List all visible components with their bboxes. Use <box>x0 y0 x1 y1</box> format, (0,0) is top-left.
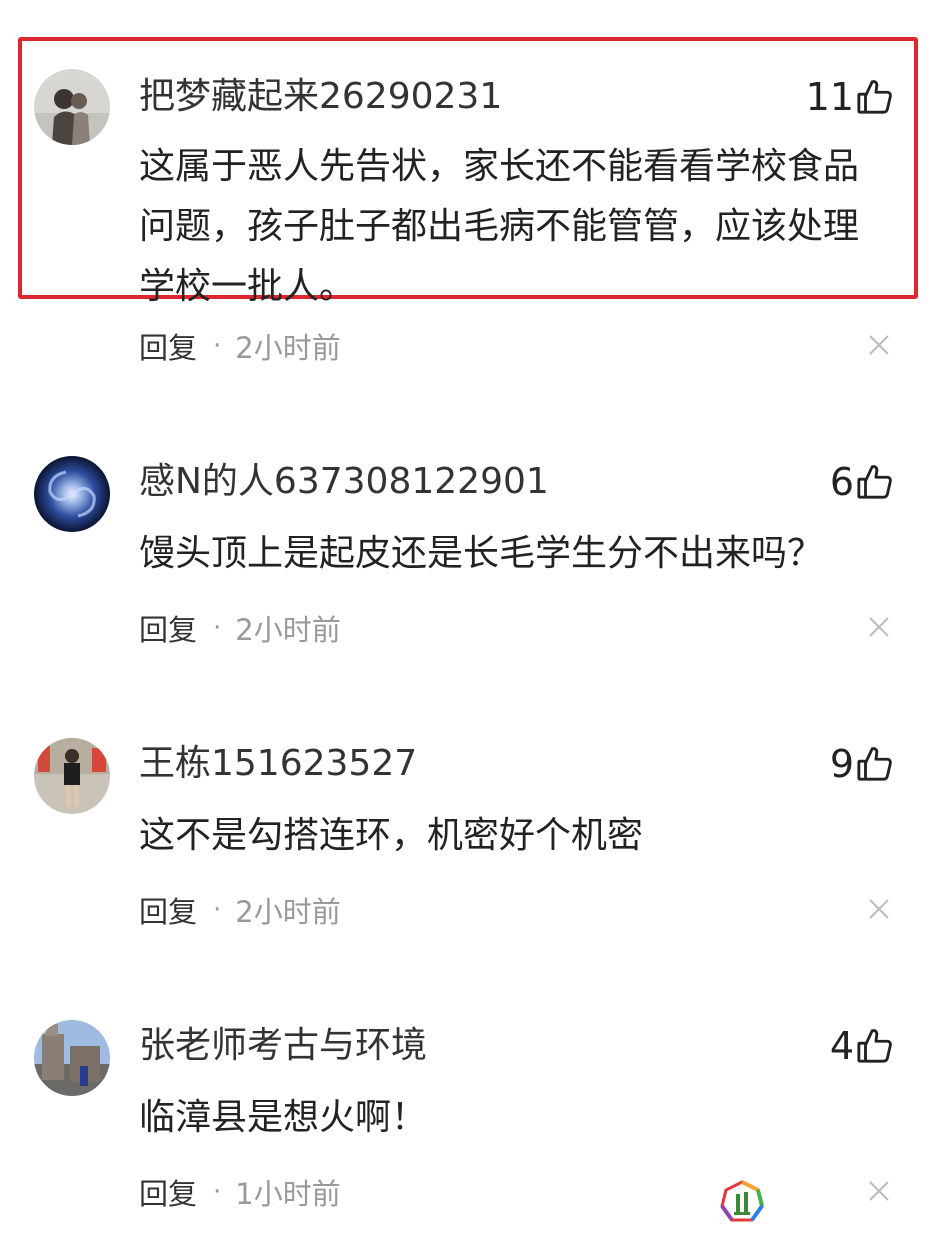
meta-separator: · <box>213 613 222 643</box>
thumbs-up-icon <box>856 78 894 116</box>
like-count: 9 <box>829 742 854 786</box>
comment-meta: 回复 · 2小时前 <box>139 890 341 930</box>
comment-time: 1小时前 <box>235 1177 341 1211</box>
reply-button[interactable]: 回复 <box>139 325 197 367</box>
avatar[interactable] <box>34 69 110 145</box>
close-icon[interactable] <box>868 616 890 638</box>
like-button[interactable]: 9 <box>830 742 894 786</box>
like-button[interactable]: 11 <box>806 75 894 119</box>
avatar[interactable] <box>34 1020 110 1096</box>
comment-username[interactable]: 王栋151623527 <box>139 742 417 786</box>
watermark <box>718 1176 918 1228</box>
reply-button[interactable]: 回复 <box>139 1171 197 1213</box>
meta-separator: · <box>213 331 222 361</box>
comment-meta: 回复 · 2小时前 <box>139 326 341 366</box>
like-count: 4 <box>829 1024 854 1068</box>
reply-button[interactable]: 回复 <box>139 607 197 649</box>
like-count: 6 <box>829 460 854 504</box>
comment-text: 这属于恶人先告状，家长还不能看看学校食品问题，孩子肚子都出毛病不能管管，应该处理… <box>139 146 860 307</box>
comment-meta: 回复 · 2小时前 <box>139 608 341 648</box>
meta-separator: · <box>213 895 222 925</box>
avatar[interactable] <box>34 738 110 814</box>
like-count: 11 <box>805 75 854 119</box>
like-button[interactable]: 4 <box>830 1024 894 1068</box>
comment-meta: 回复 · 1小时前 <box>139 1172 341 1212</box>
like-button[interactable]: 6 <box>830 460 894 504</box>
avatar[interactable] <box>34 456 110 532</box>
comment-username[interactable]: 张老师考古与环境 <box>139 1024 427 1068</box>
comment-time: 2小时前 <box>235 613 341 647</box>
comment-username[interactable]: 把梦藏起来26290231 <box>139 75 502 119</box>
comment-text: 这不是勾搭连环，机密好个机密 <box>139 815 644 856</box>
comment-username[interactable]: 感N的人637308122901 <box>139 460 549 504</box>
thumbs-up-icon <box>856 463 894 501</box>
thumbs-up-icon <box>856 1027 894 1065</box>
comment-time: 2小时前 <box>235 895 341 929</box>
meta-separator: · <box>213 1177 222 1207</box>
watermark-logo-icon <box>718 1178 766 1226</box>
reply-button[interactable]: 回复 <box>139 889 197 931</box>
comment-text: 临漳县是想火啊！ <box>139 1097 428 1138</box>
comment-text: 馒头顶上是起皮还是长毛学生分不出来吗？ <box>139 533 824 574</box>
comment-time: 2小时前 <box>235 331 341 365</box>
close-icon[interactable] <box>868 334 890 356</box>
comment-list: 把梦藏起来26290231 11 这属于恶人先告状，家长还不能看看学校食品问题，… <box>0 0 940 1238</box>
close-icon[interactable] <box>868 898 890 920</box>
thumbs-up-icon <box>856 745 894 783</box>
